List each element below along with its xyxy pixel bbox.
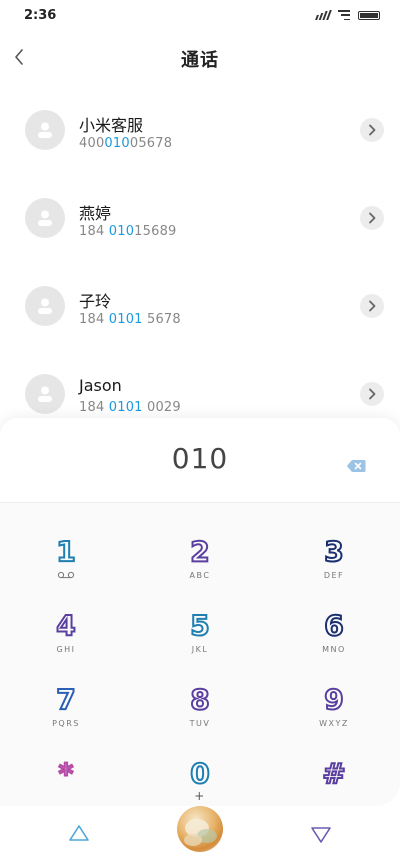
key-digit: 5 <box>189 609 210 642</box>
contact-number: 184 0101 5678 <box>79 312 181 327</box>
key-3[interactable]: 3 DEF <box>274 517 394 587</box>
key-letters: TUV <box>189 719 211 728</box>
number-match: 010 <box>108 224 135 239</box>
expand-button[interactable] <box>309 822 333 846</box>
number-part: 0029 <box>142 400 181 415</box>
backspace-button[interactable] <box>346 458 366 472</box>
call-avatar-icon <box>184 819 217 846</box>
key-letters: WXYZ <box>319 719 349 728</box>
contact-number: 184 0101 0029 <box>79 400 181 415</box>
collapse-button[interactable] <box>67 822 91 846</box>
backspace-icon <box>346 460 366 472</box>
number-match: 0101 <box>108 400 143 415</box>
key-6[interactable]: 6 MNO <box>274 591 394 661</box>
contact-detail-button[interactable] <box>360 118 384 142</box>
key-digit: 7 <box>55 683 76 716</box>
chevron-right-icon <box>369 388 376 400</box>
key-8[interactable]: 8 TUV <box>140 665 260 735</box>
person-icon <box>38 298 52 314</box>
key-digit: * <box>58 757 75 790</box>
dial-display: 010 <box>0 418 400 502</box>
wifi-icon <box>338 10 350 20</box>
contact-detail-button[interactable] <box>360 294 384 318</box>
key-5[interactable]: 5 JKL <box>140 591 260 661</box>
number-part: 5678 <box>142 312 181 327</box>
battery-icon <box>358 10 380 20</box>
key-hash[interactable]: # <box>274 739 394 809</box>
number-part: 05678 <box>129 136 173 151</box>
contact-row[interactable]: 小米客服 40001005678 <box>0 88 400 176</box>
bottom-bar <box>0 806 400 866</box>
avatar <box>25 286 65 326</box>
chevron-right-icon <box>369 124 376 136</box>
page-title: 通话 <box>181 50 219 71</box>
number-part: 15689 <box>134 224 177 239</box>
key-letters: JKL <box>191 645 209 654</box>
key-letters: PQRS <box>52 719 80 728</box>
chevron-right-icon <box>369 300 376 312</box>
number-part: 400 <box>79 136 105 151</box>
contact-detail-button[interactable] <box>360 382 384 406</box>
contact-name: 小米客服 <box>79 116 144 135</box>
avatar <box>25 198 65 238</box>
number-match: 010 <box>104 136 130 151</box>
key-letters: DEF <box>323 571 345 580</box>
person-icon <box>38 210 52 226</box>
signal-icon <box>315 10 332 20</box>
key-digit: 0 <box>189 757 210 790</box>
contact-name: 子玲 <box>79 292 112 311</box>
voicemail-icon <box>6 571 126 581</box>
key-digit: 9 <box>323 683 344 716</box>
key-digit: 4 <box>55 609 76 642</box>
status-bar: 2:36 <box>0 0 400 34</box>
key-digit: 6 <box>323 609 344 642</box>
key-letters: MNO <box>322 645 346 654</box>
contact-number: 40001005678 <box>79 136 172 151</box>
key-7[interactable]: 7 PQRS <box>6 665 126 735</box>
header: 通话 <box>0 34 400 84</box>
triangle-up-icon <box>69 825 89 841</box>
key-digit: 2 <box>189 535 210 568</box>
avatar <box>25 374 65 414</box>
avatar <box>25 110 65 150</box>
key-letters: ABC <box>189 571 211 580</box>
key-star[interactable]: * <box>6 739 126 809</box>
person-icon <box>38 122 52 138</box>
contact-row[interactable]: 燕婷 184 01015689 <box>0 176 400 264</box>
contact-detail-button[interactable] <box>360 206 384 230</box>
key-letters: GHI <box>56 645 76 654</box>
contact-name: Jason <box>79 376 122 395</box>
key-0[interactable]: 0 + <box>140 739 260 809</box>
call-button[interactable] <box>177 806 223 852</box>
dialed-number: 010 <box>171 442 229 475</box>
key-4[interactable]: 4 GHI <box>6 591 126 661</box>
triangle-down-icon <box>311 827 331 843</box>
contact-row[interactable]: 子玲 184 0101 5678 <box>0 264 400 352</box>
key-2[interactable]: 2 ABC <box>140 517 260 587</box>
keypad: 1 2 ABC 3 DEF 4 GHI 5 JKL 6 MNO 7 PQRS 8… <box>0 502 400 806</box>
contact-number: 184 01015689 <box>79 224 177 239</box>
key-digit: 1 <box>55 535 76 568</box>
number-part: 184 <box>79 312 109 327</box>
status-icons <box>315 10 380 20</box>
key-digit: 3 <box>323 535 344 568</box>
key-9[interactable]: 9 WXYZ <box>274 665 394 735</box>
number-part: 184 <box>79 224 109 239</box>
status-time: 2:36 <box>24 8 57 23</box>
contact-name: 燕婷 <box>79 204 112 223</box>
key-letters: + <box>194 789 206 803</box>
person-icon <box>38 386 52 402</box>
number-part: 184 <box>79 400 109 415</box>
key-digit: # <box>321 757 346 790</box>
number-match: 0101 <box>108 312 143 327</box>
key-1[interactable]: 1 <box>6 517 126 587</box>
dialpad-panel: 010 1 2 ABC 3 DEF 4 GHI 5 JKL 6 MNO 7 PQ… <box>0 418 400 866</box>
key-digit: 8 <box>189 683 210 716</box>
chevron-right-icon <box>369 212 376 224</box>
